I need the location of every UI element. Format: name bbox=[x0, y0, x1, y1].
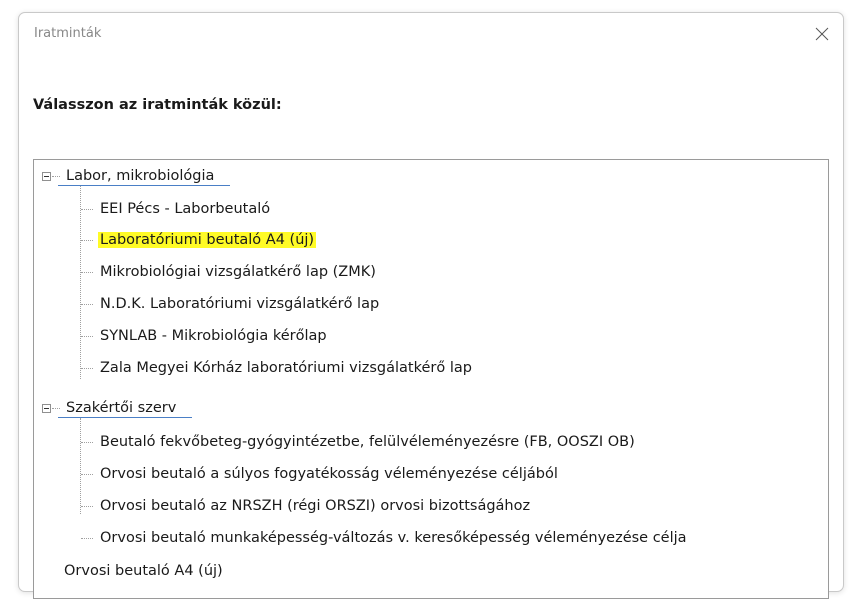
collapse-icon[interactable] bbox=[42, 172, 51, 181]
tree-item[interactable]: Orvosi beutaló munkaképesség-változás v.… bbox=[98, 527, 689, 549]
tree-root-item[interactable]: Orvosi beutaló A4 (új) bbox=[62, 560, 225, 582]
tree-group-szakertoi[interactable]: Szakértői szerv bbox=[64, 397, 178, 419]
tree-item[interactable]: SYNLAB - Mikrobiológia kérőlap bbox=[98, 325, 329, 347]
close-icon bbox=[815, 27, 829, 41]
title-bar: Iratminták bbox=[19, 13, 843, 57]
template-tree[interactable]: Labor, mikrobiológia EEI Pécs - Laborbeu… bbox=[33, 159, 829, 599]
tree-item[interactable]: Beutaló fekvőbeteg-gyógyintézetbe, felül… bbox=[98, 431, 637, 453]
prompt-label: Válasszon az iratminták közül: bbox=[33, 97, 282, 113]
tree-item[interactable]: Mikrobiológiai vizsgálatkérő lap (ZMK) bbox=[98, 261, 378, 283]
window-title: Iratminták bbox=[34, 26, 102, 41]
tree-item-selected[interactable]: Laboratóriumi beutaló A4 (új) bbox=[98, 229, 317, 251]
tree-item[interactable]: Orvosi beutaló az NRSZH (régi ORSZI) orv… bbox=[98, 495, 532, 517]
tree-group-label: Labor, mikrobiológia bbox=[66, 168, 215, 184]
tree-group-labor[interactable]: Labor, mikrobiológia bbox=[64, 165, 216, 187]
close-button[interactable] bbox=[807, 19, 837, 49]
tree-item[interactable]: N.D.K. Laboratóriumi vizsgálatkérő lap bbox=[98, 293, 381, 315]
tree-item[interactable]: Orvosi beutaló a súlyos fogyatékosság vé… bbox=[98, 463, 560, 485]
tree-item[interactable]: EEI Pécs - Laborbeutaló bbox=[98, 198, 272, 220]
dialog: Iratminták Válasszon az iratminták közül… bbox=[18, 12, 844, 599]
tree-item[interactable]: Zala Megyei Kórház laboratóriumi vizsgál… bbox=[98, 357, 474, 379]
collapse-icon[interactable] bbox=[42, 404, 51, 413]
tree-group-label: Szakértői szerv bbox=[66, 400, 177, 416]
